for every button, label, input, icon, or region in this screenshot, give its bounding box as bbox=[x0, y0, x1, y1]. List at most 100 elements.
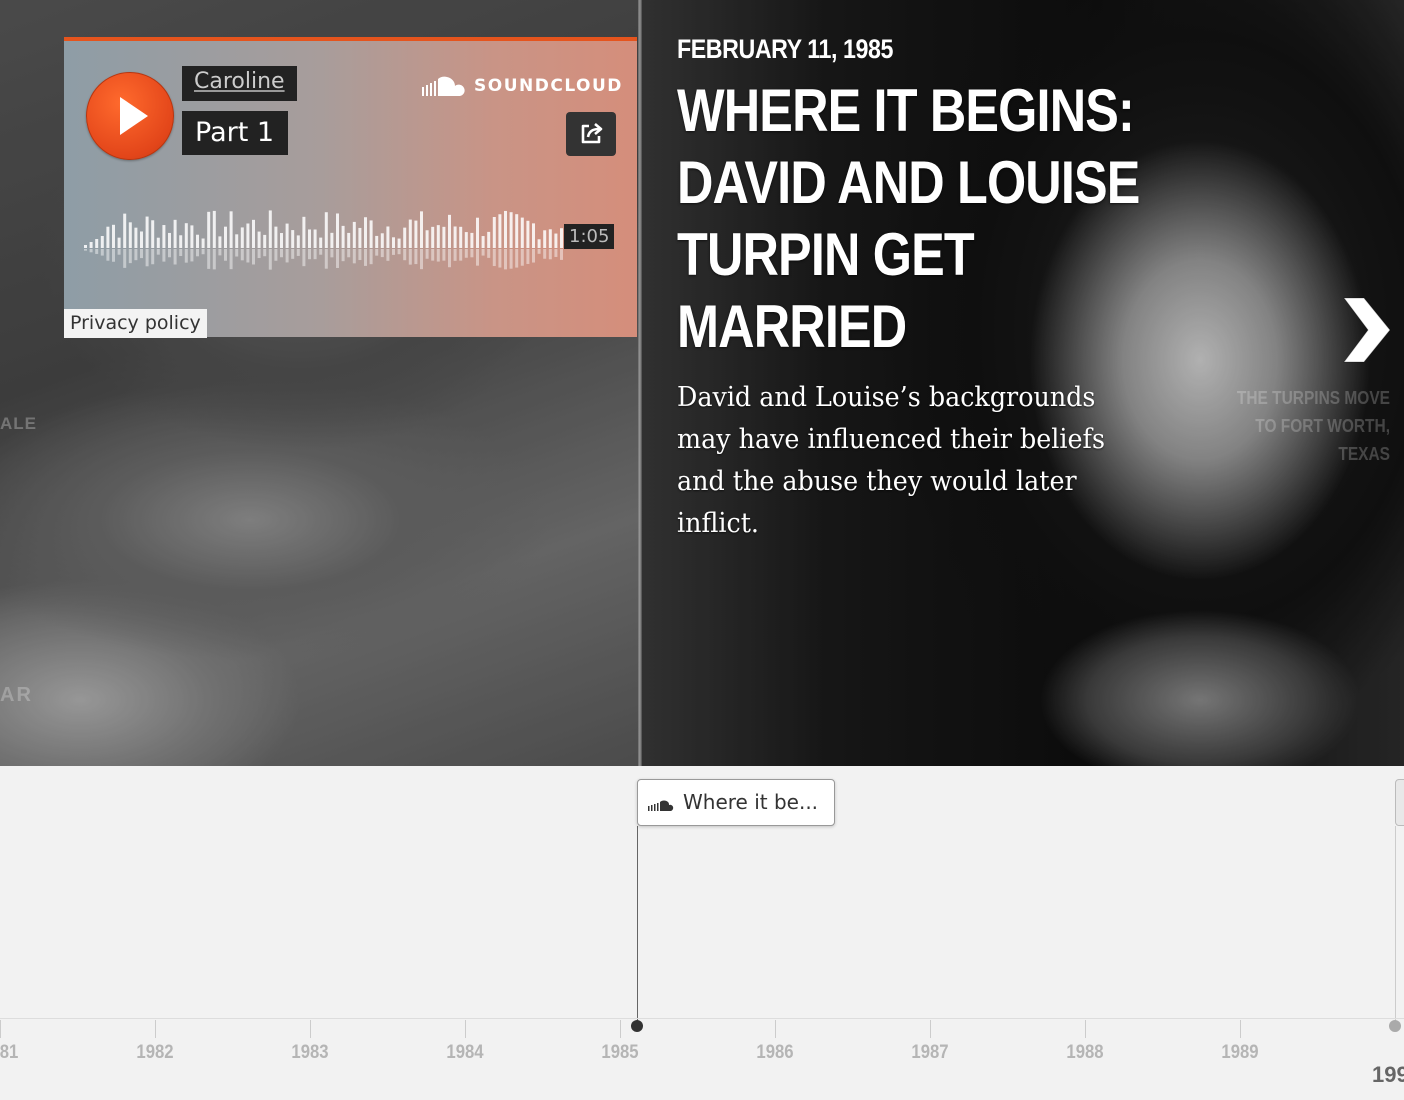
waveform-bar-reflection bbox=[268, 249, 272, 270]
waveform-bar-reflection bbox=[218, 249, 222, 256]
year-label: 1983 bbox=[291, 1042, 329, 1063]
waveform-bar bbox=[117, 237, 121, 248]
waveform-bar bbox=[453, 226, 457, 248]
waveform-bar bbox=[548, 229, 552, 248]
waveform-bar bbox=[537, 239, 541, 248]
share-icon bbox=[581, 123, 603, 144]
waveform-bar-reflection bbox=[509, 249, 513, 269]
year-tick bbox=[0, 1020, 1, 1038]
waveform-bar-reflection bbox=[324, 249, 328, 269]
waveform-bar bbox=[509, 212, 513, 248]
waveform-bar-reflection bbox=[117, 249, 121, 255]
year-tick bbox=[930, 1020, 931, 1038]
waveform-bar bbox=[302, 216, 306, 248]
waveform-bar bbox=[128, 222, 132, 248]
track-title-label: Part 1 bbox=[195, 117, 275, 148]
waveform-bar bbox=[313, 229, 317, 248]
active-timeline-marker[interactable]: Where it be... bbox=[637, 779, 835, 826]
year-label: 1985 bbox=[601, 1042, 639, 1063]
waveform-bar-reflection bbox=[532, 249, 535, 263]
waveform-bar-reflection bbox=[196, 249, 199, 257]
waveform-bar bbox=[464, 232, 468, 248]
track-title[interactable]: Part 1 bbox=[182, 111, 289, 155]
waveform-bar bbox=[184, 223, 188, 248]
waveform-bar-reflection bbox=[431, 249, 435, 261]
waveform-bar bbox=[151, 220, 155, 248]
year-tick bbox=[1085, 1020, 1086, 1038]
waveform-bar bbox=[179, 235, 183, 248]
waveform-bar-reflection bbox=[425, 249, 429, 259]
waveform-bar-reflection bbox=[487, 249, 491, 258]
waveform-bar bbox=[106, 226, 110, 248]
play-icon bbox=[120, 97, 148, 135]
waveform-bar bbox=[207, 211, 211, 248]
next-timeline-dot[interactable] bbox=[1389, 1020, 1401, 1032]
waveform-bar bbox=[476, 217, 479, 248]
waveform-bar bbox=[156, 237, 160, 248]
soundcloud-player: Caroline Part 1 SOUNDCLOUD 1:05 Privacy … bbox=[64, 37, 637, 338]
slide-headline: WHERE IT BEGINS: DAVID AND LOUISE TURPIN… bbox=[677, 77, 1140, 360]
next-slide-button[interactable] bbox=[1338, 296, 1394, 364]
waveform-bar bbox=[364, 217, 367, 248]
slide: ALE AR Caroline Part 1 SOUNDCLOUD 1:05 P… bbox=[0, 0, 1404, 766]
waveform-bar-reflection bbox=[375, 249, 379, 256]
play-button[interactable] bbox=[86, 72, 174, 160]
waveform-bar bbox=[224, 226, 227, 248]
waveform-bar bbox=[196, 234, 199, 248]
share-button[interactable] bbox=[566, 112, 616, 156]
soundcloud-icon bbox=[422, 75, 466, 97]
waveform-bar-reflection bbox=[123, 249, 127, 268]
waveform-bar-reflection bbox=[476, 249, 479, 266]
track-user-link[interactable]: Caroline bbox=[182, 66, 297, 101]
waveform-bar-reflection bbox=[464, 249, 468, 258]
privacy-policy-link[interactable]: Privacy policy bbox=[64, 309, 207, 338]
waveform-bar-reflection bbox=[184, 249, 188, 263]
year-tick bbox=[620, 1020, 621, 1038]
year-tick bbox=[1240, 1020, 1241, 1038]
year-label: 1986 bbox=[756, 1042, 794, 1063]
active-timeline-dot[interactable] bbox=[631, 1020, 643, 1032]
waveform-bar-reflection bbox=[274, 249, 278, 261]
waveform-bar-reflection bbox=[151, 249, 155, 265]
waveform-bar bbox=[341, 225, 345, 248]
waveform-bar bbox=[352, 221, 356, 248]
waveform[interactable] bbox=[84, 196, 614, 276]
waveform-bar bbox=[504, 210, 507, 248]
waveform-bar bbox=[532, 223, 535, 248]
year-tick bbox=[155, 1020, 156, 1038]
slide-date: FEBRUARY 11, 1985 bbox=[677, 34, 893, 64]
timeline: Where it be... 81 1982 1983 1984 1985 19… bbox=[0, 766, 1404, 1100]
waveform-bar-reflection bbox=[145, 249, 149, 267]
waveform-bar-reflection bbox=[560, 249, 563, 260]
previous-slide-label[interactable]: ALE bbox=[0, 414, 37, 434]
soundcloud-logo[interactable]: SOUNDCLOUD bbox=[422, 75, 623, 97]
waveform-bar-reflection bbox=[296, 249, 300, 256]
waveform-bar bbox=[448, 214, 451, 248]
soundcloud-brand-text: SOUNDCLOUD bbox=[474, 76, 623, 96]
waveform-bar-reflection bbox=[263, 249, 267, 257]
next-slide-label[interactable]: THE TURPINS MOVE TO FORT WORTH, TEXAS bbox=[1227, 384, 1390, 468]
waveform-bar-reflection bbox=[156, 249, 160, 255]
major-year-label: 199 bbox=[1372, 1062, 1404, 1087]
waveform-bar-reflection bbox=[526, 249, 530, 264]
waveform-bar bbox=[487, 231, 491, 248]
waveform-bar bbox=[560, 228, 563, 248]
waveform-bar bbox=[252, 219, 255, 248]
year-tick bbox=[310, 1020, 311, 1038]
waveform-bar-reflection bbox=[408, 249, 412, 265]
waveform-bar bbox=[369, 220, 373, 248]
waveform-bar bbox=[112, 224, 115, 248]
active-marker-line bbox=[637, 826, 638, 1025]
waveform-bar-reflection bbox=[134, 249, 138, 261]
waveform-bar-reflection bbox=[492, 249, 496, 267]
waveform-bar bbox=[89, 242, 93, 248]
waveform-bar bbox=[431, 226, 435, 248]
waveform-bar-reflection bbox=[459, 249, 463, 261]
waveform-bar-reflection bbox=[168, 249, 171, 258]
next-timeline-marker[interactable] bbox=[1395, 779, 1404, 826]
waveform-bar bbox=[403, 227, 407, 248]
waveform-bar-reflection bbox=[515, 249, 519, 268]
privacy-policy-label: Privacy policy bbox=[70, 312, 201, 334]
waveform-bar-reflection bbox=[235, 249, 239, 257]
track-user-label: Caroline bbox=[194, 69, 285, 94]
